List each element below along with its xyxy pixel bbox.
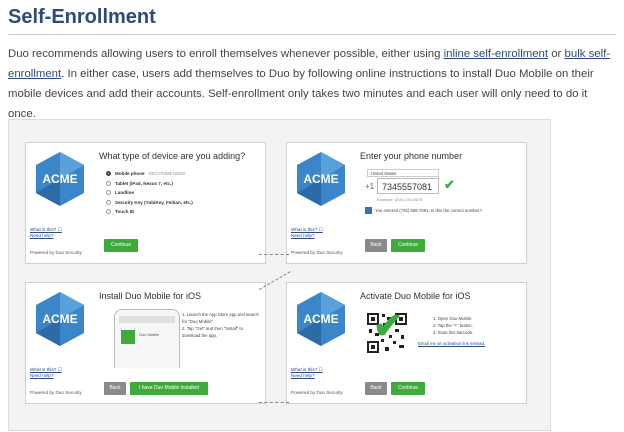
- enrollment-screenshots-figure: ACME What is this? ☐ Need help? Powered …: [8, 119, 551, 431]
- option-label: Touch ID: [115, 209, 135, 214]
- panel-install-duo: ACME What is this? ☐ Need help? Powered …: [25, 282, 266, 404]
- continue-button[interactable]: Continue: [391, 239, 425, 252]
- option-label: Security Key (YubiKey, Feitian, etc.): [115, 199, 193, 205]
- option-mobile-phone[interactable]: Mobile phone RECOMMENDED: [106, 169, 193, 179]
- activate-steps: 1. Open Duo Mobile. 2. Tap the "+" butto…: [433, 315, 513, 336]
- acme-logo-text: ACME: [42, 312, 77, 326]
- need-help-link[interactable]: Need help?: [291, 233, 323, 239]
- confirm-text: You entered (734) 555-7081. Is this the …: [375, 208, 482, 213]
- acme-logo-icon: ACME: [297, 152, 345, 206]
- step-item: 1. Launch the App Store app and search f…: [182, 312, 259, 324]
- phone-example: Example: (201) 234-5678: [377, 197, 423, 202]
- sidebar: ACME What is this? ☐ Need help? Powered …: [26, 283, 94, 403]
- inline-self-enrollment-link[interactable]: inline self-enrollment: [444, 48, 548, 60]
- need-help-link[interactable]: Need help?: [30, 233, 62, 239]
- option-label: Landline: [115, 190, 134, 195]
- panel-title: What type of device are you adding?: [99, 151, 246, 161]
- country-select[interactable]: United States: [367, 169, 439, 177]
- phone-input[interactable]: 7345557081: [377, 178, 439, 194]
- intro-text-1: Duo recommends allowing users to enroll …: [8, 48, 444, 60]
- acme-logo-icon: ACME: [36, 152, 84, 206]
- install-steps: 1. Launch the App Store app and search f…: [182, 311, 262, 339]
- option-landline[interactable]: Landline: [106, 188, 193, 198]
- continue-button[interactable]: Continue: [104, 239, 138, 252]
- sidebar: ACME What is this? ☐ Need help? Powered …: [287, 283, 355, 403]
- option-label: Tablet (iPad, Nexus 7, etc.): [115, 180, 173, 186]
- flow-arrow: [259, 254, 289, 256]
- panel-phone-number: ACME What is this? ☐ Need help? Powered …: [286, 142, 527, 264]
- continue-button[interactable]: Continue: [391, 382, 425, 395]
- country-code: +1: [365, 182, 375, 191]
- option-security-key[interactable]: Security Key (YubiKey, Feitian, etc.): [106, 198, 193, 208]
- acme-logo-text: ACME: [303, 172, 338, 186]
- confirm-row[interactable]: You entered (734) 555-7081. Is this the …: [365, 207, 482, 214]
- intro-text-2: . In either case, users add themselves t…: [8, 68, 594, 120]
- sidebar-links: What is this? ☐ Need help?: [30, 367, 62, 379]
- panel-activate-duo: ACME What is this? ☐ Need help? Powered …: [286, 282, 527, 404]
- sidebar: ACME What is this? ☐ Need help? Powered …: [287, 143, 355, 263]
- flow-arrow: [259, 402, 289, 404]
- title-divider: [8, 34, 616, 35]
- need-help-link[interactable]: Need help?: [30, 373, 62, 379]
- phone-mockup: Duo Mobile: [114, 309, 180, 368]
- checkmark-icon: ✔: [444, 177, 455, 192]
- radio-icon[interactable]: [106, 209, 111, 215]
- radio-icon[interactable]: [106, 180, 111, 186]
- device-options: Mobile phone RECOMMENDED Tablet (iPad, Ne…: [106, 169, 193, 217]
- acme-logo-icon: ACME: [297, 292, 345, 346]
- option-touch-id[interactable]: Touch ID: [106, 207, 193, 217]
- email-activation-link[interactable]: Email me an activation link instead.: [418, 341, 485, 346]
- acme-logo-text: ACME: [42, 172, 77, 186]
- installed-button[interactable]: I have Duo Mobile installed: [130, 382, 208, 395]
- page-title: Self-Enrollment: [8, 6, 156, 28]
- intro-paragraph: Duo recommends allowing users to enroll …: [8, 44, 614, 124]
- step-item: 1. Open Duo Mobile.: [433, 316, 473, 321]
- acme-logo-text: ACME: [303, 312, 338, 326]
- sidebar-links: What is this? ☐ Need help?: [30, 227, 62, 239]
- powered-by-text: Powered by Duo Security: [291, 250, 343, 255]
- radio-icon[interactable]: [106, 171, 111, 177]
- app-store-search-bar: [119, 316, 175, 323]
- step-item: 2. Tap the "+" button.: [433, 323, 473, 328]
- back-button[interactable]: Back: [365, 239, 387, 252]
- sidebar-links: What is this? ☐ Need help?: [291, 227, 323, 239]
- acme-logo-icon: ACME: [36, 292, 84, 346]
- success-check-icon: ✔: [373, 305, 404, 346]
- panel-title: Enter your phone number: [360, 151, 463, 161]
- powered-by-text: Powered by Duo Security: [291, 390, 343, 395]
- panel-device-type: ACME What is this? ☐ Need help? Powered …: [25, 142, 266, 264]
- panel-title: Install Duo Mobile for iOS: [99, 291, 202, 301]
- recommended-badge: RECOMMENDED: [148, 171, 186, 176]
- back-button[interactable]: Back: [104, 382, 126, 395]
- back-button[interactable]: Back: [365, 382, 387, 395]
- powered-by-text: Powered by Duo Security: [30, 250, 82, 255]
- duo-app-label: Duo Mobile: [139, 332, 160, 337]
- confirm-checkbox[interactable]: [365, 207, 372, 214]
- option-tablet[interactable]: Tablet (iPad, Nexus 7, etc.): [106, 179, 193, 189]
- panel-title: Activate Duo Mobile for iOS: [360, 291, 471, 301]
- option-label: Mobile phone: [115, 171, 145, 176]
- step-item: 3. Scan this barcode.: [433, 330, 474, 335]
- need-help-link[interactable]: Need help?: [291, 373, 323, 379]
- sidebar: ACME What is this? ☐ Need help? Powered …: [26, 143, 94, 263]
- sidebar-links: What is this? ☐ Need help?: [291, 367, 323, 379]
- intro-text-or: or: [548, 48, 565, 60]
- radio-icon[interactable]: [106, 199, 111, 205]
- duo-app-icon: [121, 330, 135, 344]
- radio-icon[interactable]: [106, 190, 111, 196]
- powered-by-text: Powered by Duo Security: [30, 390, 82, 395]
- step-item: 2. Tap "Get" and then "Install" to downl…: [182, 326, 243, 338]
